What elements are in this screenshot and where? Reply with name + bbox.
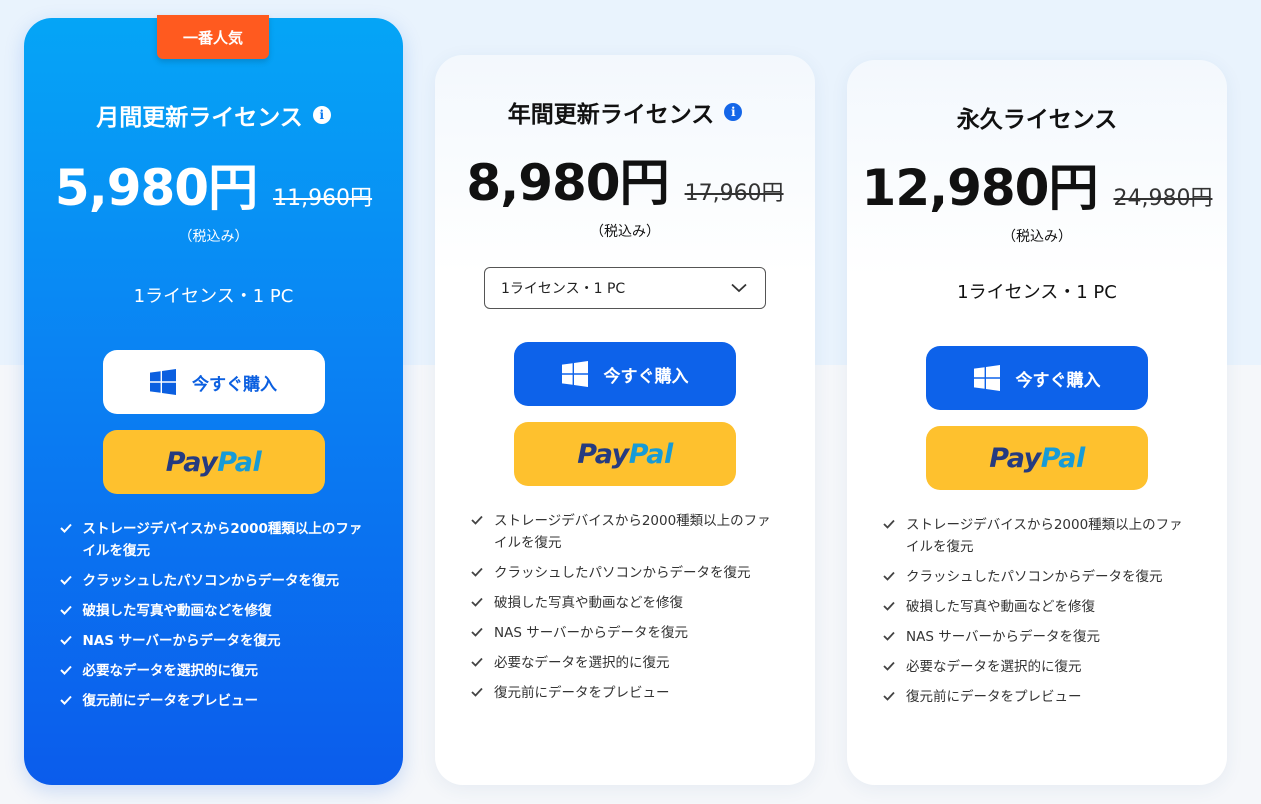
windows-icon — [150, 369, 176, 395]
check-icon — [883, 601, 895, 611]
chevron-down-icon — [731, 283, 747, 293]
buy-now-label: 今すぐ購入 — [1015, 370, 1101, 391]
price-row: 5,980円 11,960円 — [55, 148, 372, 220]
feature-item: NAS サーバーからデータを復元 — [470, 622, 780, 644]
buy-now-button[interactable]: 今すぐ購入 — [102, 350, 325, 414]
paypal-logo: PayPal — [165, 446, 262, 478]
buy-now-label: 今すぐ購入 — [192, 374, 277, 395]
price: 12,980円 — [861, 159, 1099, 217]
buy-now-button[interactable]: 今すぐ購入 — [514, 342, 736, 406]
old-price: 24,980円 — [1113, 186, 1213, 211]
feature-item: ストレージデバイスから2000種類以上のファイルを復元 — [59, 518, 369, 562]
check-icon — [471, 597, 483, 607]
feature-item: 必要なデータを選択的に復元 — [882, 656, 1192, 678]
license-info: 1ライセンス・1 PC — [957, 282, 1117, 303]
check-icon — [883, 571, 895, 581]
paypal-logo: PayPal — [989, 442, 1085, 474]
check-icon — [59, 635, 72, 645]
paypal-button[interactable]: PayPal — [926, 426, 1148, 490]
feature-item: クラッシュしたパソコンからデータを復元 — [59, 570, 369, 592]
feature-list: ストレージデバイスから2000種類以上のファイルを復元 クラッシュしたパソコンか… — [882, 514, 1192, 716]
check-icon — [471, 687, 483, 697]
check-icon — [471, 657, 483, 667]
paypal-button[interactable]: PayPal — [102, 430, 325, 494]
check-icon — [471, 515, 483, 525]
check-icon — [59, 523, 72, 533]
plan-card-yearly: 年間更新ライセンス i 8,980円 17,960円 （税込み） 1ライセンス・… — [435, 55, 815, 785]
check-icon — [883, 691, 895, 701]
windows-icon — [973, 365, 1000, 391]
paypal-button[interactable]: PayPal — [514, 422, 736, 486]
feature-list: ストレージデバイスから2000種類以上のファイルを復元 クラッシュしたパソコンか… — [59, 518, 369, 720]
feature-item: 破損した写真や動画などを修復 — [59, 600, 369, 622]
buy-now-button[interactable]: 今すぐ購入 — [926, 346, 1148, 410]
plan-title: 年間更新ライセンス — [507, 102, 715, 128]
license-info: 1ライセンス・1 PC — [133, 286, 294, 307]
check-icon — [471, 567, 483, 577]
feature-item: 必要なデータを選択的に復元 — [470, 652, 780, 674]
check-icon — [883, 631, 895, 641]
plan-title-row: 永久ライセンス — [957, 100, 1118, 134]
license-select-value: 1ライセンス・1 PC — [501, 281, 626, 297]
check-icon — [59, 665, 72, 675]
buy-now-label: 今すぐ購入 — [603, 366, 689, 387]
tax-note: （税込み） — [590, 224, 660, 240]
plan-title-row: 年間更新ライセンス i — [508, 95, 743, 129]
feature-item: クラッシュしたパソコンからデータを復元 — [470, 562, 780, 584]
feature-item: 破損した写真や動画などを修復 — [882, 596, 1192, 618]
check-icon — [883, 519, 895, 529]
feature-item: クラッシュしたパソコンからデータを復元 — [882, 566, 1192, 588]
check-icon — [59, 695, 72, 705]
paypal-logo: PayPal — [577, 438, 673, 470]
license-select[interactable]: 1ライセンス・1 PC — [484, 267, 766, 309]
check-icon — [59, 605, 72, 615]
windows-icon — [561, 361, 588, 387]
feature-item: 復元前にデータをプレビュー — [470, 682, 780, 704]
feature-item: 必要なデータを選択的に復元 — [59, 660, 369, 682]
info-icon[interactable]: i — [312, 106, 331, 124]
popular-badge: 一番人気 — [157, 15, 269, 59]
tax-note: （税込み） — [1002, 229, 1072, 245]
price-row: 8,980円 17,960円 — [466, 143, 783, 215]
tax-note: （税込み） — [178, 229, 249, 245]
feature-item: 復元前にデータをプレビュー — [59, 690, 369, 712]
plan-title: 永久ライセンス — [956, 107, 1118, 133]
plan-card-monthly: 一番人気 月間更新ライセンス i 5,980円 11,960円 （税込み） 1ラ… — [24, 15, 403, 785]
check-icon — [471, 627, 483, 637]
feature-item: 復元前にデータをプレビュー — [882, 686, 1192, 708]
feature-item: 破損した写真や動画などを修復 — [470, 592, 780, 614]
plan-title: 月間更新ライセンス — [96, 105, 303, 131]
old-price: 11,960円 — [273, 186, 373, 211]
old-price: 17,960円 — [684, 181, 784, 206]
feature-item: ストレージデバイスから2000種類以上のファイルを復元 — [882, 514, 1192, 558]
plan-card-perpetual: 永久ライセンス 12,980円 24,980円 （税込み） 1ライセンス・1 P… — [847, 60, 1227, 785]
price: 8,980円 — [466, 154, 669, 212]
price: 5,980円 — [54, 159, 258, 217]
feature-item: NAS サーバーからデータを復元 — [882, 626, 1192, 648]
price-row: 12,980円 24,980円 — [862, 148, 1213, 220]
feature-item: NAS サーバーからデータを復元 — [59, 630, 369, 652]
plan-title-row: 月間更新ライセンス i — [96, 98, 331, 132]
info-icon[interactable]: i — [724, 103, 743, 121]
check-icon — [59, 575, 72, 585]
feature-item: ストレージデバイスから2000種類以上のファイルを復元 — [470, 510, 780, 554]
feature-list: ストレージデバイスから2000種類以上のファイルを復元 クラッシュしたパソコンか… — [470, 510, 780, 712]
check-icon — [883, 661, 895, 671]
